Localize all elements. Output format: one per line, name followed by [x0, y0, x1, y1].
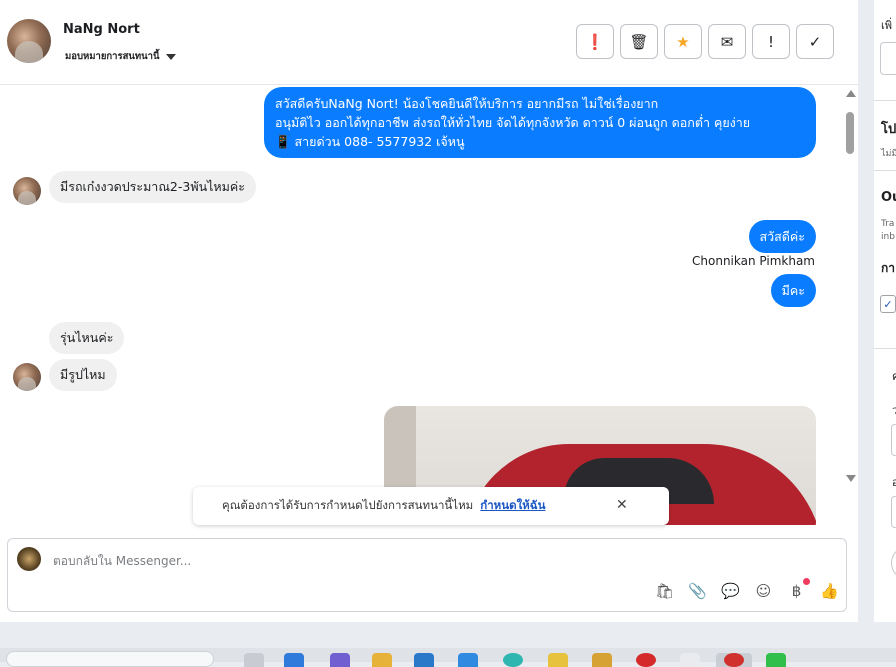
- os-taskbar: [0, 648, 896, 667]
- message-bubble-outgoing[interactable]: สวัสดีค่ะ: [748, 220, 816, 253]
- assign-notice-text: คุณต้องการได้รับการกำหนดไปยังการสนทนานี้…: [222, 498, 474, 512]
- panel-text: Tra: [881, 219, 895, 229]
- mark-done-button[interactable]: ✓: [796, 24, 834, 59]
- assign-to-me-link[interactable]: กำหนดให้ฉัน: [480, 497, 545, 515]
- emoji-button[interactable]: ☺: [754, 581, 773, 601]
- conversation-header: NaNg Nort มอบหมายการสนทนานี้ ❗ 🗑 ★ ✉ ! ✓: [0, 0, 858, 85]
- shopping-bag-icon: 🛍: [654, 582, 675, 600]
- panel-checkbox[interactable]: ✓: [880, 295, 896, 313]
- panel-text: ค: [892, 370, 896, 383]
- taskbar-search[interactable]: [6, 651, 214, 667]
- taskbar-app-icon[interactable]: [503, 653, 523, 667]
- message-text: สวัสดีครับNaNg Nort! น้องโชคยินดีให้บริก…: [275, 96, 659, 111]
- assign-notice-banner: คุณต้องการได้รับการกำหนดไปยังการสนทนานี้…: [193, 487, 669, 525]
- panel-text: ไม่มี: [881, 149, 896, 159]
- taskbar-app-icon[interactable]: [680, 653, 700, 667]
- message-text: อนุมัติไว ออกได้ทุกอาชีพ ส่งรถให้ทั่วไทย…: [275, 115, 751, 130]
- saved-reply-icon: 💬: [721, 582, 740, 600]
- panel-heading: โป: [881, 122, 896, 137]
- panel-heading: กา: [881, 261, 896, 275]
- inbox-app: NaNg Nort มอบหมายการสนทนานี้ ❗ 🗑 ★ ✉ ! ✓…: [0, 0, 858, 622]
- panel-input[interactable]: [891, 424, 896, 456]
- taskbar-app-icon[interactable]: [458, 653, 478, 667]
- close-icon[interactable]: ✕: [616, 497, 628, 513]
- panel-text: เพิ่: [881, 19, 893, 32]
- details-side-panel: เพิ่ โป ไม่มี Ou Tra inb กา ✓ ค ว อ: [874, 0, 896, 622]
- header-actions: ❗ 🗑 ★ ✉ ! ✓: [576, 24, 834, 59]
- paperclip-icon: 📎: [688, 582, 707, 600]
- panel-divider: [874, 100, 896, 101]
- contact-avatar-small[interactable]: [13, 363, 41, 391]
- taskbar-app-icon[interactable]: [330, 653, 350, 667]
- scroll-up-arrow-icon[interactable]: [846, 90, 856, 97]
- payment-button[interactable]: ฿: [787, 578, 810, 601]
- contact-avatar[interactable]: [7, 19, 51, 63]
- panel-text: ว: [892, 404, 896, 417]
- contact-name[interactable]: NaNg Nort: [63, 22, 140, 37]
- exclamation-icon: !: [767, 32, 774, 51]
- agent-name-label: Chonnikan Pimkham: [692, 254, 815, 268]
- contact-avatar-small[interactable]: [13, 177, 41, 205]
- assign-dropdown[interactable]: มอบหมายการสนทนานี้: [65, 49, 176, 64]
- check-icon: ✓: [808, 32, 822, 51]
- caret-down-icon: [165, 53, 176, 60]
- panel-divider: [874, 170, 896, 171]
- shopping-bag-button[interactable]: 🛍: [655, 581, 674, 601]
- mail-icon: ✉: [720, 32, 734, 51]
- notification-dot: [803, 578, 810, 585]
- taskbar-app-icon[interactable]: [244, 653, 264, 667]
- thumbs-up-icon: 👍: [820, 582, 839, 600]
- panel-text: อ: [892, 476, 896, 489]
- composer-tools: 🛍 📎 💬 ☺ ฿ 👍: [655, 578, 839, 601]
- message-bubble-incoming[interactable]: มีรูปไหม: [49, 359, 117, 391]
- panel-input[interactable]: [891, 496, 896, 528]
- message-bubble-outgoing[interactable]: สวัสดีครับNaNg Nort! น้องโชคยินดีให้บริก…: [264, 87, 816, 158]
- message-bubble-incoming[interactable]: มีรถเก๋งงวดประมาณ2-3พันไหมค่ะ: [49, 171, 256, 203]
- mark-unread-button[interactable]: ✉: [708, 24, 746, 59]
- trash-icon: 🗑: [629, 32, 649, 51]
- message-thread[interactable]: สวัสดีครับNaNg Nort! น้องโชคยินดีให้บริก…: [0, 85, 858, 525]
- taskbar-app-icon[interactable]: [636, 653, 656, 667]
- scroll-down-arrow-icon[interactable]: [846, 475, 856, 482]
- panel-heading: Ou: [881, 190, 896, 205]
- emoji-icon: ☺: [755, 582, 772, 600]
- thread-scrollbar[interactable]: [843, 85, 857, 485]
- star-button[interactable]: ★: [664, 24, 702, 59]
- taskbar-app-icon[interactable]: [548, 653, 568, 667]
- message-text: 📱 สายด่วน 088- 5577932 เจ้หนู: [275, 134, 465, 149]
- saved-replies-button[interactable]: 💬: [721, 581, 740, 601]
- panel-input[interactable]: [880, 42, 896, 75]
- follow-up-button[interactable]: !: [752, 24, 790, 59]
- message-bubble-incoming[interactable]: รุ่นไหนค่ะ: [49, 322, 125, 354]
- taskbar-app-icon[interactable]: [414, 653, 434, 667]
- taskbar-app-icon[interactable]: [592, 653, 612, 667]
- star-icon: ★: [676, 32, 690, 51]
- baht-payment-icon: ฿: [791, 582, 802, 600]
- scroll-thumb[interactable]: [846, 112, 854, 154]
- reply-input[interactable]: [53, 551, 753, 571]
- mark-spam-button[interactable]: ❗: [576, 24, 614, 59]
- reply-composer: 🛍 📎 💬 ☺ ฿ 👍: [7, 538, 847, 612]
- attach-button[interactable]: 📎: [688, 581, 707, 601]
- assign-label: มอบหมายการสนทนานี้: [65, 51, 160, 62]
- delete-button[interactable]: 🗑: [620, 24, 658, 59]
- alert-circle-icon: ❗: [585, 32, 605, 51]
- panel-divider: [874, 348, 896, 349]
- panel-button[interactable]: [891, 547, 896, 579]
- message-bubble-outgoing[interactable]: มีคะ: [770, 274, 816, 307]
- taskbar-app-icon[interactable]: [766, 653, 786, 667]
- panel-text: inb: [881, 232, 895, 242]
- like-button[interactable]: 👍: [820, 581, 839, 601]
- page-avatar: [17, 547, 41, 571]
- taskbar-folder-icon[interactable]: [372, 653, 392, 667]
- taskbar-app-icon[interactable]: [724, 653, 744, 667]
- taskbar-app-icon[interactable]: [284, 653, 304, 667]
